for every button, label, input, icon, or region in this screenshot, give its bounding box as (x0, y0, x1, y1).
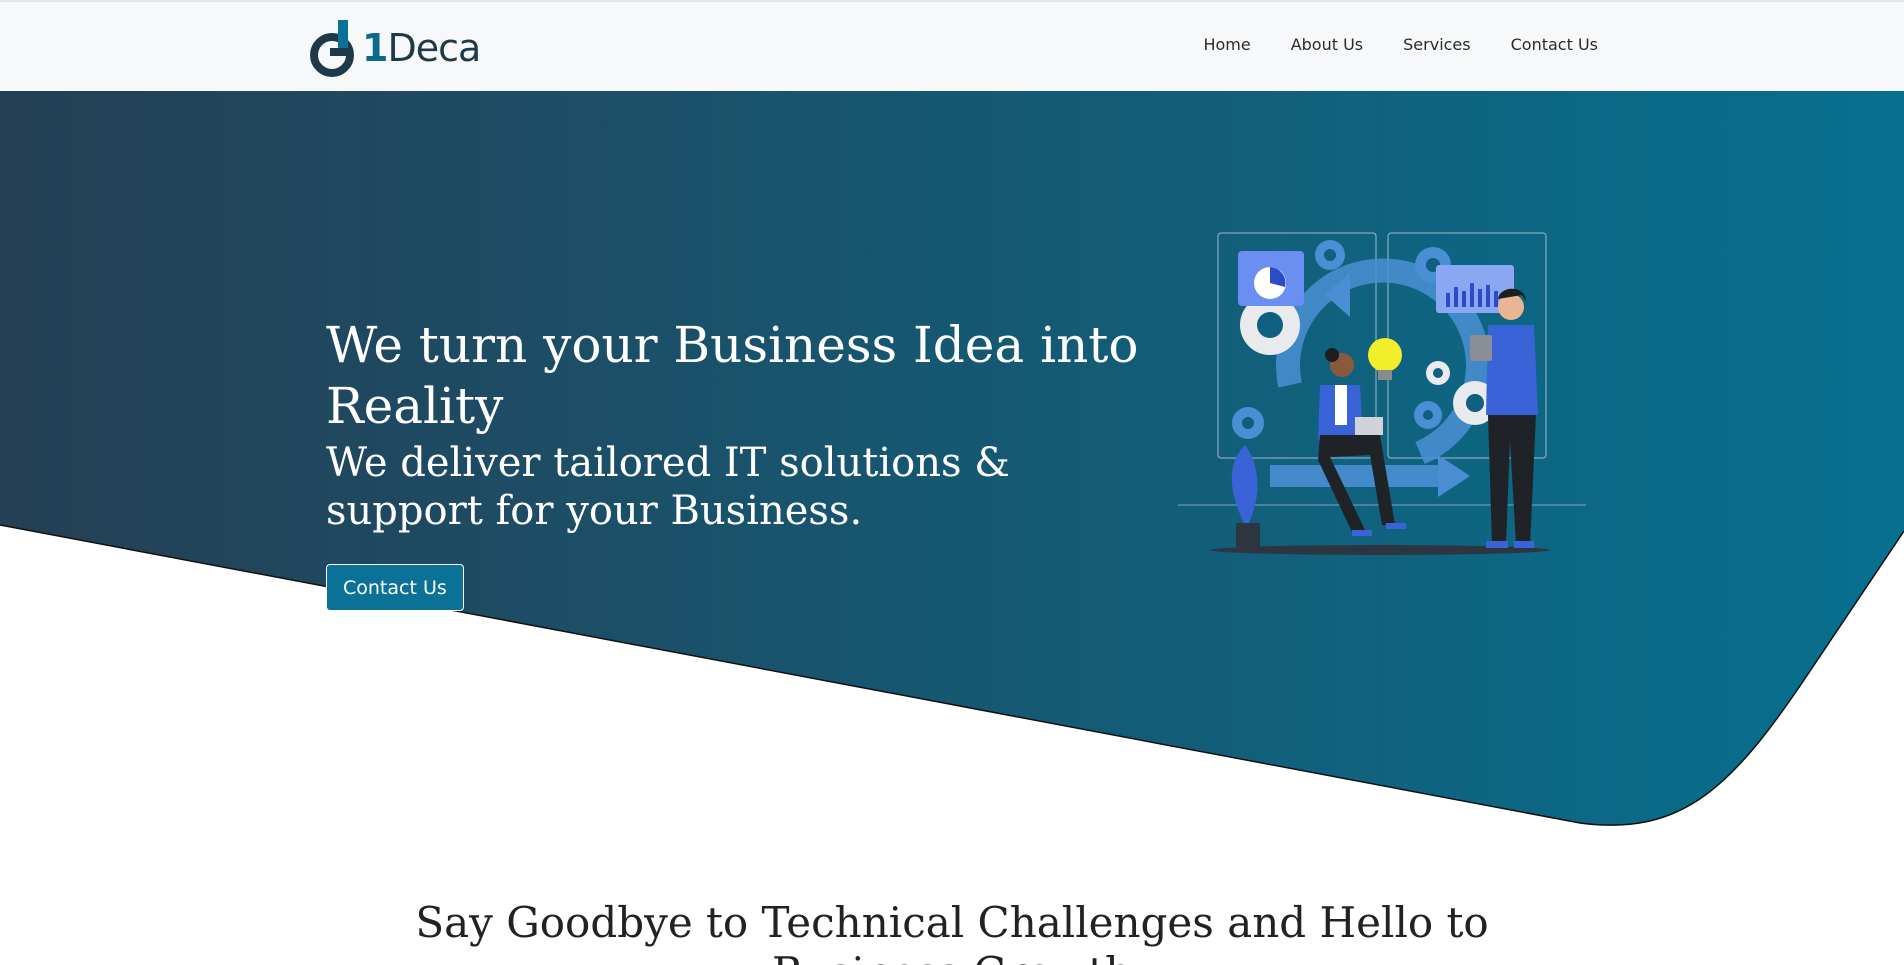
logo-mark-icon (310, 20, 354, 77)
brand-logo[interactable]: 1Deca (310, 18, 481, 78)
nav-services[interactable]: Services (1403, 35, 1470, 54)
main-nav: Home About Us Services Contact Us (1203, 35, 1598, 54)
hero-contact-button[interactable]: Contact Us (326, 564, 464, 611)
hero-text: We turn your Business Idea into Reality … (326, 315, 1166, 535)
hero-title: We turn your Business Idea into Reality (326, 316, 1139, 435)
hero-illustration (1178, 232, 1586, 555)
brand-name: 1Deca (362, 26, 481, 70)
hero-subtitle: We deliver tailored IT solutions & suppo… (326, 440, 1010, 534)
section-heading: Say Goodbye to Technical Challenges and … (415, 898, 1489, 965)
nav-home[interactable]: Home (1203, 35, 1250, 54)
navbar: 1Deca Home About Us Services Contact Us (0, 0, 1904, 91)
nav-contact-us[interactable]: Contact Us (1511, 35, 1598, 54)
nav-about-us[interactable]: About Us (1291, 35, 1363, 54)
